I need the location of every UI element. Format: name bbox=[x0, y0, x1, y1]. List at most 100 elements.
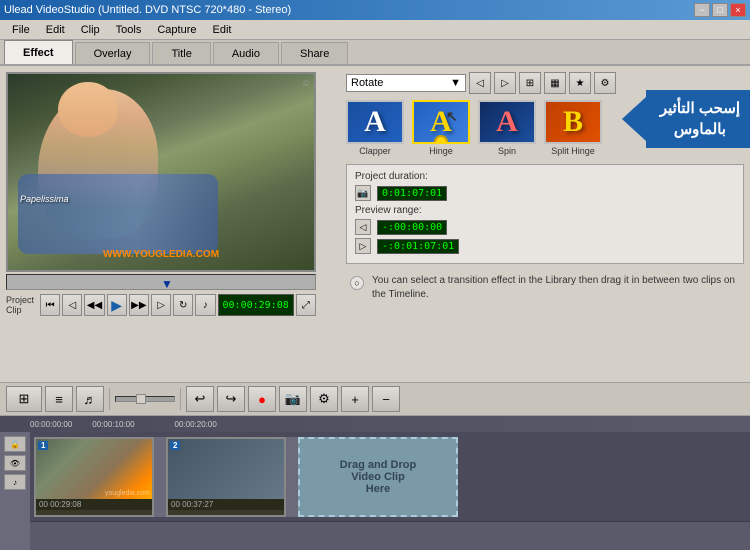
snapshot-button[interactable]: 📷 bbox=[279, 386, 307, 412]
dropdown-arrow-icon: ▼ bbox=[450, 77, 461, 89]
clapper-letter: A bbox=[364, 105, 386, 139]
filter-button[interactable]: ▦ bbox=[544, 72, 566, 94]
track-vis-button[interactable]: 👁 bbox=[4, 455, 26, 471]
preview-start-icon: ◁ bbox=[355, 219, 371, 235]
info-area: ○ You can select a transition effect in … bbox=[346, 270, 744, 306]
zoom-thumb[interactable] bbox=[136, 394, 146, 404]
menu-edit2[interactable]: Edit bbox=[204, 22, 239, 38]
timeline-track-area: 🔒 👁 ♪ 1 yougledia.com 00 00:29 bbox=[0, 432, 750, 550]
menu-tools[interactable]: Tools bbox=[108, 22, 150, 38]
dropdown-label: Rotate bbox=[351, 77, 383, 89]
split-letter: B bbox=[563, 105, 583, 139]
split-thumbnail: B bbox=[544, 100, 602, 144]
scrubber-bar[interactable]: ▼ bbox=[6, 274, 316, 290]
play-start-button[interactable]: ⏮ bbox=[40, 294, 60, 316]
options-button[interactable]: ⚙ bbox=[594, 72, 616, 94]
split-label: Split Hinge bbox=[551, 146, 595, 156]
title-bar: Ulead VideoStudio (Untitled. DVD NTSC 72… bbox=[0, 0, 750, 20]
menu-capture[interactable]: Capture bbox=[149, 22, 204, 38]
settings-button[interactable]: ⚙ bbox=[310, 386, 338, 412]
maximize-button[interactable]: □ bbox=[712, 3, 728, 17]
spin-letter: A bbox=[496, 105, 518, 139]
tab-effect[interactable]: Effect bbox=[4, 40, 73, 64]
zoom-in-button[interactable]: + bbox=[341, 386, 369, 412]
right-panel: Rotate ▼ ◁ ▷ ⊞ ▦ ★ ⚙ A Clapper bbox=[340, 66, 750, 382]
track-controls: 🔒 👁 ♪ bbox=[0, 432, 30, 550]
effect-spin[interactable]: A Spin bbox=[478, 100, 536, 156]
duration-area: Project duration: 📷 0:01:07:01 Preview r… bbox=[346, 164, 744, 264]
zoom-out-button[interactable]: − bbox=[372, 386, 400, 412]
strip-separator-2 bbox=[180, 388, 181, 410]
tab-title[interactable]: Title bbox=[152, 42, 210, 64]
effect-split-hinge[interactable]: B Split Hinge bbox=[544, 100, 602, 156]
scrubber-position: ▼ bbox=[161, 277, 173, 291]
effect-tiles-row: A Clapper A ↖ Hinge A bbox=[346, 100, 744, 156]
clip-1-time: 00 00:29:08 bbox=[39, 500, 81, 509]
clip-1-number: 1 bbox=[38, 441, 48, 450]
preview-end-row: ▷ -:0:01:07:01 bbox=[355, 238, 735, 254]
project-label: Project bbox=[6, 295, 34, 305]
clapper-thumbnail: A bbox=[346, 100, 404, 144]
hinge-thumbnail: A ↖ bbox=[412, 100, 470, 144]
minimize-button[interactable]: − bbox=[694, 3, 710, 17]
effect-dropdown[interactable]: Rotate ▼ bbox=[346, 74, 466, 92]
drop-zone-text: Drag and DropVideo ClipHere bbox=[340, 459, 416, 495]
content-row: © Papelissima WWW.YOUGLEDIA.COM ▼ Projec… bbox=[0, 66, 750, 382]
spin-thumbnail: A bbox=[478, 100, 536, 144]
clip-2[interactable]: 2 00 00:37:27 bbox=[166, 437, 286, 517]
prev-frame-button[interactable]: ◁ bbox=[62, 294, 82, 316]
baby-name: Papelissima bbox=[20, 194, 69, 204]
track-audio-button[interactable]: ♪ bbox=[4, 474, 26, 490]
info-text: You can select a transition effect in th… bbox=[372, 274, 740, 302]
effect-prev-button[interactable]: ◁ bbox=[469, 72, 491, 94]
preview-start-row: ◁ -:00:00:00 bbox=[355, 219, 735, 235]
effect-clapper[interactable]: A Clapper bbox=[346, 100, 404, 156]
strip-separator-1 bbox=[109, 388, 110, 410]
close-button[interactable]: × bbox=[730, 3, 746, 17]
play-button[interactable]: ▶ bbox=[107, 294, 127, 316]
preview-range-section: Preview range: ◁ -:00:00:00 ▷ -:0:01:07:… bbox=[355, 205, 735, 254]
loop-button[interactable]: ↻ bbox=[173, 294, 193, 316]
fast-forward-button[interactable]: ▶▶ bbox=[129, 294, 149, 316]
timeline-button[interactable]: ≡ bbox=[45, 386, 73, 412]
grid-view-button[interactable]: ⊞ bbox=[519, 72, 541, 94]
menu-clip[interactable]: Clip bbox=[73, 22, 108, 38]
clip-2-number: 2 bbox=[170, 441, 180, 450]
zoom-slider[interactable] bbox=[115, 396, 175, 402]
app-window: Ulead VideoStudio (Untitled. DVD NTSC 72… bbox=[0, 0, 750, 550]
track-lock-button[interactable]: 🔒 bbox=[4, 436, 26, 452]
toolbar-strip: ⊞ ≡ ♬ ↩ ↪ ● 📷 ⚙ + − bbox=[0, 382, 750, 416]
tab-overlay[interactable]: Overlay bbox=[75, 42, 151, 64]
redo-button[interactable]: ↪ bbox=[217, 386, 245, 412]
effect-hinge[interactable]: A ↖ Hinge bbox=[412, 100, 470, 156]
tab-audio[interactable]: Audio bbox=[213, 42, 279, 64]
clip-1-label: 00 00:29:08 bbox=[36, 499, 152, 510]
storyboard-button[interactable]: ⊞ bbox=[6, 386, 42, 412]
record-button[interactable]: ● bbox=[248, 386, 276, 412]
video-track: 1 yougledia.com 00 00:29:08 2 bbox=[30, 432, 750, 522]
clip-1-image: 1 yougledia.com bbox=[36, 439, 152, 499]
clip-1[interactable]: 1 yougledia.com 00 00:29:08 bbox=[34, 437, 154, 517]
undo-button[interactable]: ↩ bbox=[186, 386, 214, 412]
clip-2-label: 00 00:37:27 bbox=[168, 499, 284, 510]
playback-controls: Project Clip ⏮ ◁ ◀◀ ▶ ▶▶ ▷ ↻ ♪ 00:00:29:… bbox=[6, 294, 316, 316]
clip-2-image: 2 bbox=[168, 439, 284, 499]
cursor-dot bbox=[434, 135, 448, 144]
project-duration-row: Project duration: bbox=[355, 171, 735, 182]
spin-label: Spin bbox=[498, 146, 516, 156]
rewind-button[interactable]: ◀◀ bbox=[84, 294, 104, 316]
timeline-area: 00:00:00:00 00:00:10:00 00:00:20:00 🔒 👁 … bbox=[0, 416, 750, 550]
menu-file[interactable]: File bbox=[4, 22, 38, 38]
audio-button[interactable]: ♪ bbox=[195, 294, 215, 316]
star-button[interactable]: ★ bbox=[569, 72, 591, 94]
preview-start-value: -:00:00:00 bbox=[377, 220, 447, 235]
menu-edit[interactable]: Edit bbox=[38, 22, 73, 38]
tab-share[interactable]: Share bbox=[281, 42, 348, 64]
expand-button[interactable]: ⤢ bbox=[296, 294, 316, 316]
menu-bar: File Edit Clip Tools Capture Edit bbox=[0, 20, 750, 40]
arrow-callout: إسحب التأثير بالماوس bbox=[622, 90, 750, 148]
drop-zone[interactable]: Drag and DropVideo ClipHere bbox=[298, 437, 458, 517]
next-frame-button[interactable]: ▷ bbox=[151, 294, 171, 316]
audio-mix-button[interactable]: ♬ bbox=[76, 386, 104, 412]
effect-next-button[interactable]: ▷ bbox=[494, 72, 516, 94]
